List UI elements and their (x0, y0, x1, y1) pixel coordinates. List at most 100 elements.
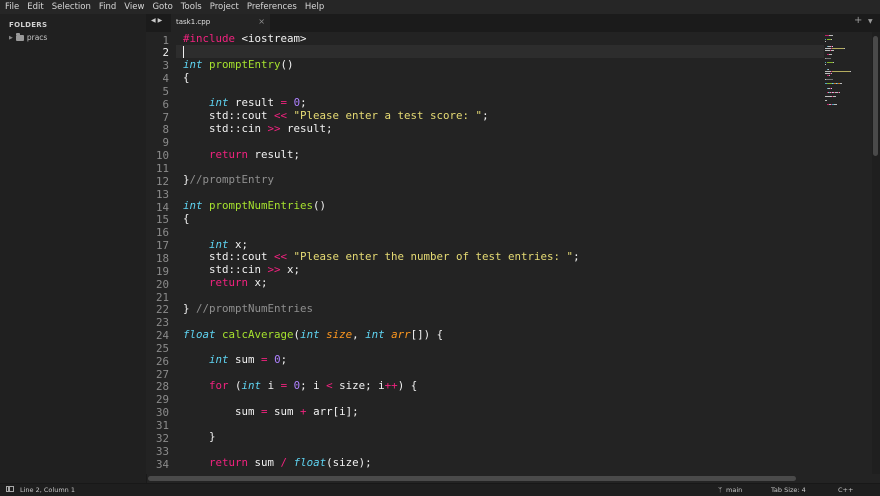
code-token: std::cin (183, 263, 268, 277)
code-token: return (209, 147, 249, 161)
line-number: 29 (155, 393, 169, 407)
menu-find[interactable]: Find (99, 2, 116, 12)
code-token: ; (573, 250, 580, 264)
code-token: float (293, 456, 327, 470)
code-line[interactable]: return x; (183, 276, 268, 290)
tab-nav-arrows-icon[interactable]: ◀▶ (151, 17, 164, 24)
code-token: <iostream> (241, 32, 307, 45)
syntax-mode[interactable]: C++ (838, 486, 853, 494)
code-token: >> (267, 121, 281, 135)
vertical-scrollbar-thumb[interactable] (873, 36, 878, 156)
line-number: 27 (155, 367, 169, 381)
tab-size[interactable]: Tab Size: 4 (771, 486, 806, 494)
close-icon[interactable]: × (258, 17, 265, 26)
menu-project[interactable]: Project (210, 2, 239, 12)
code-line[interactable]: int sum = 0; (183, 353, 288, 367)
code-area[interactable]: #include <iostream> int promptEntry(){ in… (183, 32, 823, 474)
minimap-mark (829, 53, 833, 55)
code-token: ; i (300, 378, 327, 392)
menu-file[interactable]: File (5, 2, 19, 12)
minimap-mark (832, 95, 837, 97)
code-token: int (241, 378, 262, 392)
horizontal-scrollbar-thumb[interactable] (148, 476, 796, 481)
menu-tools[interactable]: Tools (181, 2, 202, 12)
line-number: 3 (162, 59, 169, 73)
code-token: size (326, 327, 353, 341)
folders-title: FOLDERS (9, 21, 48, 29)
code-line[interactable]: return sum / float(size); (183, 456, 372, 470)
tab-menu-chevron-icon[interactable]: ▼ (868, 18, 873, 25)
status-bar: Line 2, Column 1 ᛘ main Tab Size: 4 C++ (0, 483, 880, 496)
menu-help[interactable]: Help (305, 2, 324, 12)
code-token: int (183, 199, 203, 213)
git-branch[interactable]: main (726, 486, 742, 494)
code-token: int (365, 327, 385, 341)
minimap-mark (824, 64, 826, 66)
minimap-mark (826, 62, 834, 64)
minimap-mark (838, 91, 840, 93)
code-token: size; i (332, 378, 385, 392)
folder-item-pracs[interactable]: ▶ pracs (9, 33, 47, 42)
code-token: result; (280, 121, 333, 135)
line-number: 24 (155, 329, 169, 343)
line-number: 10 (155, 149, 169, 163)
code-token: } (183, 301, 197, 315)
menu-selection[interactable]: Selection (52, 2, 91, 12)
tab-task1-cpp[interactable]: task1.cpp × (171, 14, 270, 32)
code-token: sum (267, 404, 301, 418)
menu-goto[interactable]: Goto (152, 2, 172, 12)
code-line[interactable]: } //promptNumEntries (183, 301, 313, 316)
code-line[interactable]: float calcAverage(int size, int arr[]) { (183, 327, 443, 342)
code-line[interactable]: }//promptEntry (183, 173, 274, 187)
code-line[interactable]: sum = sum + arr[i]; (183, 404, 359, 419)
code-token: sum (248, 456, 281, 470)
code-token: result (228, 96, 281, 110)
code-token: calcAverage (222, 327, 294, 341)
minimap-mark (831, 39, 833, 41)
line-number: 7 (162, 110, 169, 124)
minimap-mark (824, 100, 827, 102)
sidebar: FOLDERS ▶ pracs (0, 14, 147, 483)
code-token: ; (482, 109, 489, 123)
code-token: return (209, 456, 249, 470)
line-number: 2 (162, 46, 169, 60)
code-line[interactable]: std::cin >> result; (183, 121, 333, 136)
code-line[interactable]: } (183, 430, 216, 444)
line-number: 12 (155, 174, 169, 188)
code-token: result; (248, 147, 301, 161)
line-number: 9 (162, 136, 169, 150)
line-number: 23 (155, 316, 169, 330)
new-tab-icon[interactable]: + (854, 15, 862, 26)
code-token: promptNumEntries (209, 199, 314, 213)
code-line[interactable]: int promptEntry() (183, 57, 294, 72)
menu-view[interactable]: View (124, 2, 144, 12)
code-token: arr (391, 327, 411, 341)
menu-preferences[interactable]: Preferences (247, 2, 297, 12)
code-line[interactable]: return result; (183, 147, 301, 162)
code-line[interactable]: #include <iostream> (183, 32, 307, 46)
tab-label: task1.cpp (176, 18, 211, 26)
menu-edit[interactable]: Edit (27, 2, 43, 12)
panel-toggle-icon[interactable] (6, 486, 14, 492)
code-token: >> (267, 263, 281, 277)
minimap-mark (828, 35, 833, 36)
expand-arrow-icon[interactable]: ▶ (9, 35, 13, 41)
code-line[interactable]: int promptNumEntries() (183, 199, 326, 213)
line-number: 26 (155, 354, 169, 368)
code-token: std::cout (183, 250, 275, 264)
code-line[interactable]: { (183, 212, 190, 226)
cursor-position: Line 2, Column 1 (20, 485, 75, 494)
code-token: { (183, 70, 190, 84)
code-token: ; (280, 353, 288, 367)
minimap-mark (833, 62, 835, 64)
code-token: promptEntry (209, 57, 281, 71)
line-number: 5 (162, 84, 169, 98)
line-number: 30 (155, 406, 169, 420)
code-line[interactable]: for (int i = 0; i < size; i++) { (183, 378, 417, 393)
code-line[interactable]: { (183, 70, 190, 85)
minimap[interactable] (824, 32, 872, 474)
minimap-mark (831, 49, 835, 51)
